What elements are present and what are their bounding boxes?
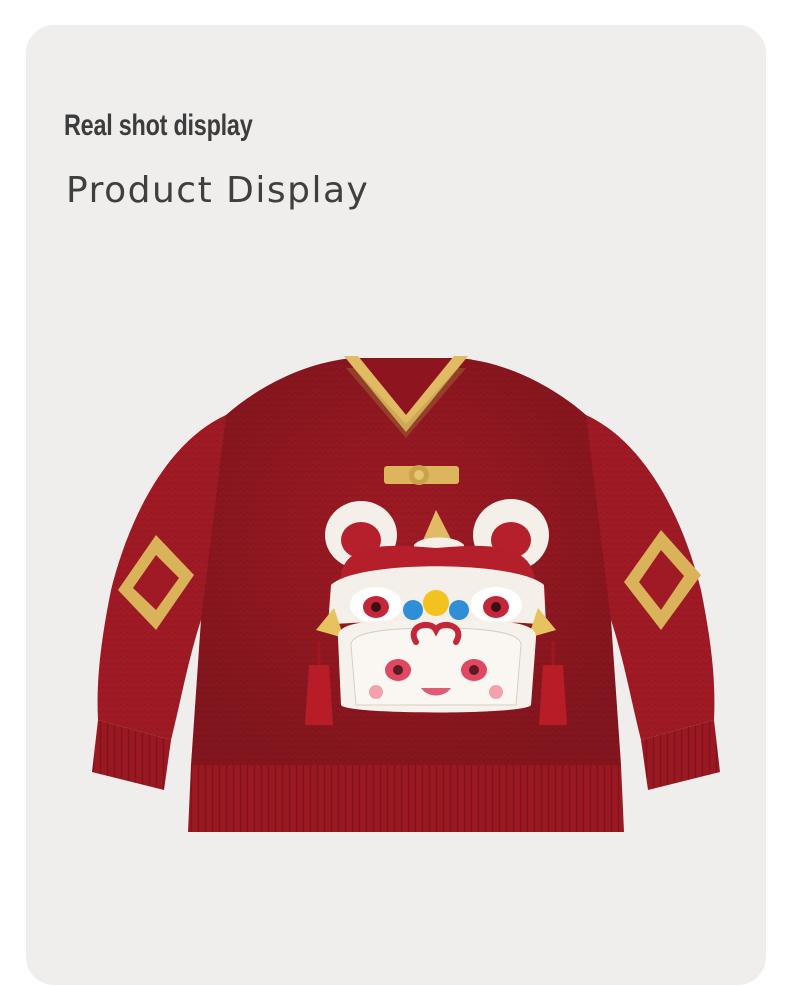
frog-button-icon <box>384 465 459 485</box>
lion-head-applique <box>316 499 556 713</box>
sweater-product-image <box>92 356 720 832</box>
section-heading: Real shot display <box>64 109 253 142</box>
product-display-card: Real shot display Product Display <box>26 25 766 985</box>
section-subheading: Product Display <box>66 170 370 211</box>
